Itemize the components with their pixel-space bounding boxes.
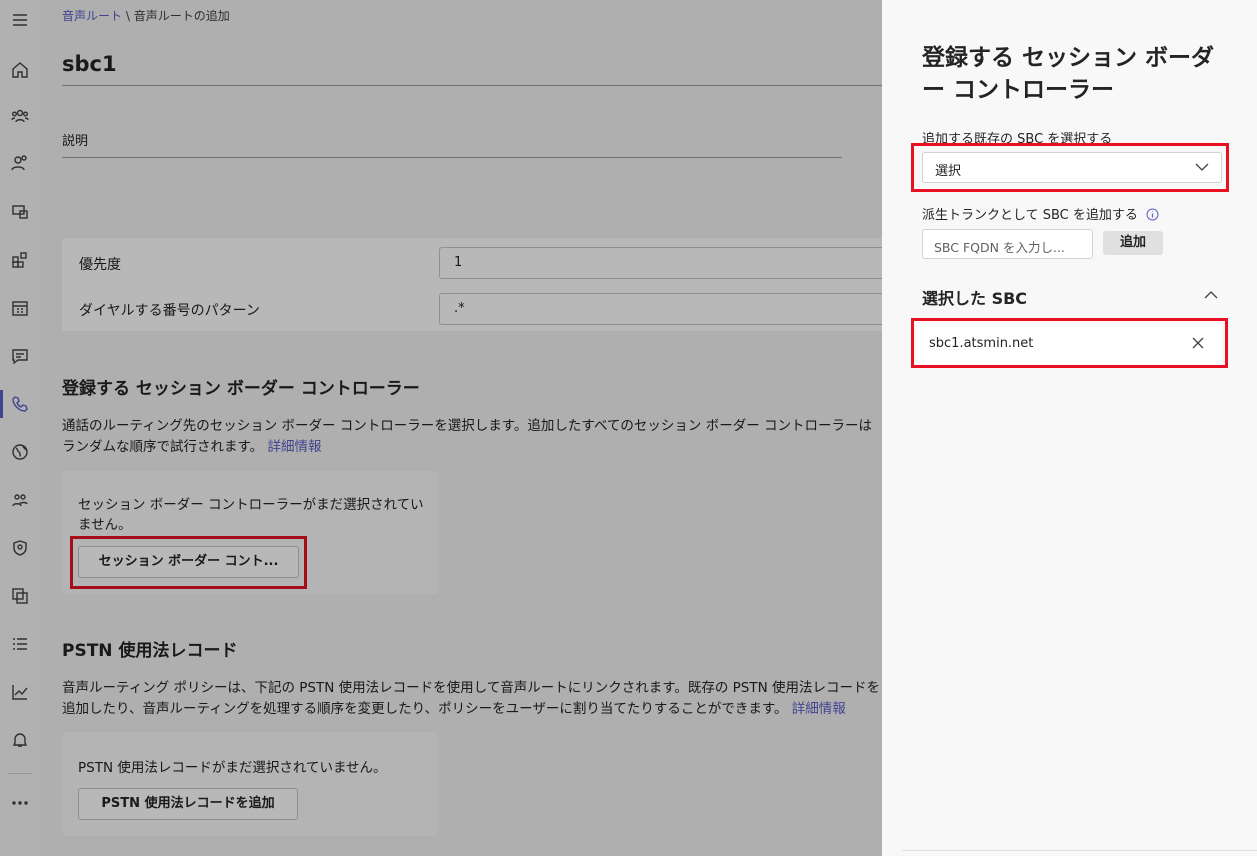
chevron-up-icon[interactable] [1204,290,1218,300]
selected-sbc-name: sbc1.atsmin.net [929,336,1034,351]
selected-sbc-item: sbc1.atsmin.net [917,324,1222,364]
close-icon[interactable] [1192,337,1204,349]
select-existing-sbc-label: 追加する既存の SBC を選択する [922,132,1113,147]
existing-sbc-dropdown[interactable]: 選択 [922,152,1222,183]
derived-trunk-label-text: 派生トランクとして SBC を追加する [922,208,1138,223]
dropdown-value: 選択 [935,164,962,179]
modal-backdrop[interactable] [0,0,882,856]
selected-sbc-title: 選択した SBC [922,289,1028,308]
info-icon[interactable] [1146,208,1159,221]
sbc-side-panel: 登録する セッション ボーダー コントローラー 追加する既存の SBC を選択す… [882,0,1257,856]
panel-title: 登録する セッション ボーダー コントローラー [922,45,1215,103]
derived-trunk-label: 派生トランクとして SBC を追加する [922,204,1159,223]
panel-footer-divider [902,850,1257,851]
add-fqdn-button[interactable]: 追加 [1103,231,1163,255]
sbc-fqdn-input[interactable]: SBC FQDN を入力し... [922,229,1093,259]
chevron-down-icon [1195,163,1209,171]
